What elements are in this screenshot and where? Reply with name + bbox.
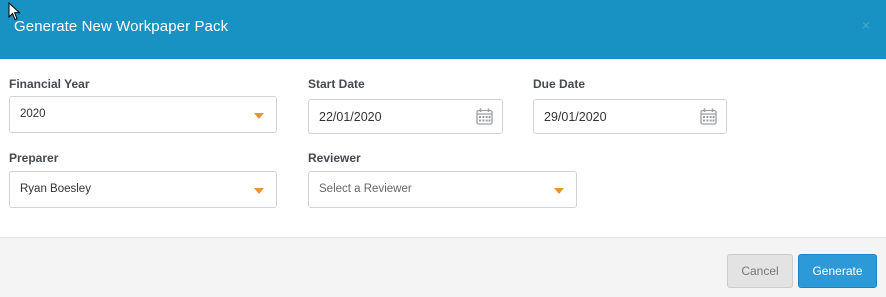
start-date-field[interactable]: 22/01/2020: [308, 99, 503, 134]
reviewer-label: Reviewer: [308, 151, 361, 165]
financial-year-select[interactable]: 2020: [9, 96, 277, 133]
preparer-label: Preparer: [9, 151, 59, 165]
preparer-value: Ryan Boesley: [20, 183, 91, 195]
workpaper-pack-dialog: Generate New Workpaper Pack × Financial …: [0, 0, 886, 297]
financial-year-label: Financial Year: [9, 77, 90, 91]
cancel-button[interactable]: Cancel: [727, 254, 793, 288]
start-date-value: 22/01/2020: [319, 110, 382, 124]
calendar-icon[interactable]: [700, 108, 717, 125]
dialog-header: Generate New Workpaper Pack ×: [0, 0, 886, 59]
chevron-down-icon: [254, 113, 264, 119]
due-date-value: 29/01/2020: [544, 110, 607, 124]
calendar-icon[interactable]: [476, 108, 493, 125]
preparer-select[interactable]: Ryan Boesley: [9, 171, 277, 208]
dialog-title: Generate New Workpaper Pack: [14, 18, 229, 35]
financial-year-value: 2020: [20, 108, 46, 120]
start-date-label: Start Date: [308, 77, 365, 91]
reviewer-placeholder: Select a Reviewer: [319, 183, 412, 195]
reviewer-select[interactable]: Select a Reviewer: [308, 171, 577, 208]
chevron-down-icon: [254, 188, 264, 194]
mouse-cursor-icon: [8, 2, 21, 21]
dialog-footer: Cancel Generate: [0, 237, 886, 297]
close-icon[interactable]: ×: [860, 17, 872, 33]
generate-button[interactable]: Generate: [798, 254, 877, 288]
due-date-label: Due Date: [533, 77, 586, 91]
chevron-down-icon: [554, 188, 564, 194]
due-date-field[interactable]: 29/01/2020: [533, 99, 727, 134]
